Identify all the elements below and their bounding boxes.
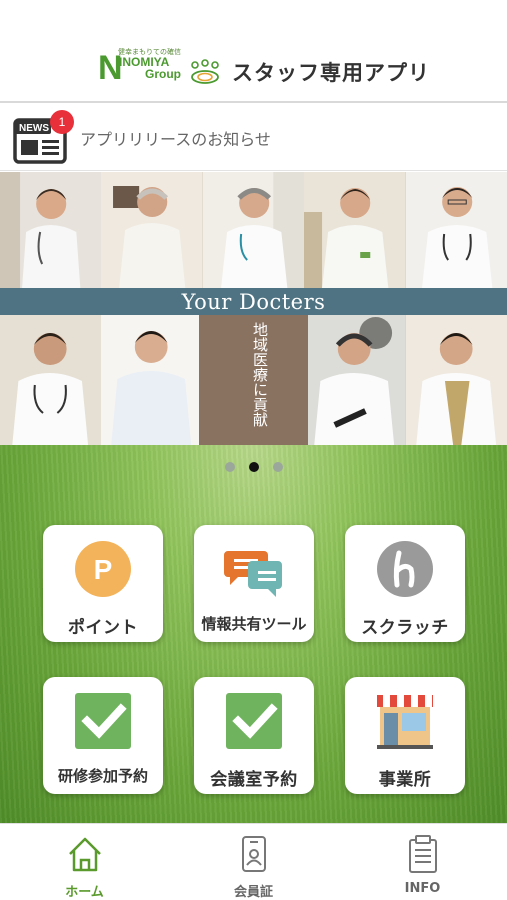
bottom-tab-bar: ホーム 会員証 INFO [0, 823, 507, 900]
storefront-icon [377, 695, 433, 749]
doctor-photo [202, 172, 305, 288]
tab-info[interactable]: INFO [338, 824, 507, 900]
menu-tile-label: ポイント [68, 618, 138, 638]
menu-tile-scratch[interactable]: スクラッチ [345, 525, 465, 642]
checkbox-icon [226, 693, 282, 749]
menu-tile-label: 会議室予約 [210, 770, 298, 790]
menu-tile-label: 情報共有ツール [201, 615, 307, 633]
doctor-photos-top-row [0, 172, 507, 288]
menu-tile-point[interactable]: P ポイント [43, 525, 163, 642]
menu-tile-info-share[interactable]: 情報共有ツール [194, 525, 314, 642]
tab-label: 会員証 [233, 885, 273, 900]
doctor-photo [304, 315, 406, 445]
doctor-photo [101, 315, 203, 445]
doctor-photo [405, 172, 507, 288]
tab-label: INFO [404, 881, 441, 896]
unread-count-badge: 1 [50, 110, 74, 134]
doctor-photo [304, 172, 406, 288]
banner-vertical-text: 地域医療に貢献 [251, 322, 269, 427]
menu-tile-training-reservation[interactable]: 研修参加予約 [43, 677, 163, 794]
app-title: スタッフ専用アプリ [232, 61, 430, 85]
chat-bubbles-icon [224, 551, 282, 597]
menu-tile-offices[interactable]: 事業所 [345, 677, 465, 794]
doctor-photo [0, 172, 102, 288]
tab-home[interactable]: ホーム [0, 824, 169, 900]
menu-tile-label: スクラッチ [361, 618, 449, 638]
scratch-coin-icon [377, 541, 433, 597]
menu-tile-label: 事業所 [378, 770, 432, 790]
tab-member-card[interactable]: 会員証 [169, 824, 338, 900]
doctor-photo [101, 172, 203, 288]
menu-tile-label: 研修参加予約 [57, 767, 148, 785]
checkbox-icon [75, 693, 131, 749]
doctors-banner-carousel[interactable]: Your Docters 地域医療に貢献 [0, 172, 507, 445]
logo-people-icon [191, 59, 219, 84]
news-headline[interactable]: アプリリリースのお知らせ [80, 126, 271, 150]
home-icon [69, 837, 101, 872]
news-notice-bar[interactable]: NEWS 1 アプリリリースのお知らせ [0, 104, 507, 171]
ninomiya-group-logo: 健幸まもりての確信 N INOMIYA Group [98, 48, 222, 86]
svg-text:P: P [94, 554, 113, 585]
app-header: 健幸まもりての確信 N INOMIYA Group スタッフ専用アプリ [0, 0, 507, 103]
carousel-dot[interactable] [272, 462, 283, 472]
carousel-dot[interactable] [224, 462, 235, 472]
clipboard-icon [409, 835, 437, 873]
point-coin-icon: P [75, 541, 131, 597]
logo-group: Group [145, 67, 181, 81]
menu-tile-meeting-room-reservation[interactable]: 会議室予約 [194, 677, 314, 794]
carousel-dot-active[interactable] [248, 462, 259, 472]
doctor-photo [0, 315, 102, 445]
tab-label: ホーム [65, 885, 104, 900]
carousel-pagination[interactable] [0, 462, 507, 474]
doctor-photo [405, 315, 507, 445]
member-card-icon [242, 836, 266, 872]
banner-heading: Your Docters [181, 290, 326, 314]
news-badge-label: NEWS [19, 123, 49, 134]
